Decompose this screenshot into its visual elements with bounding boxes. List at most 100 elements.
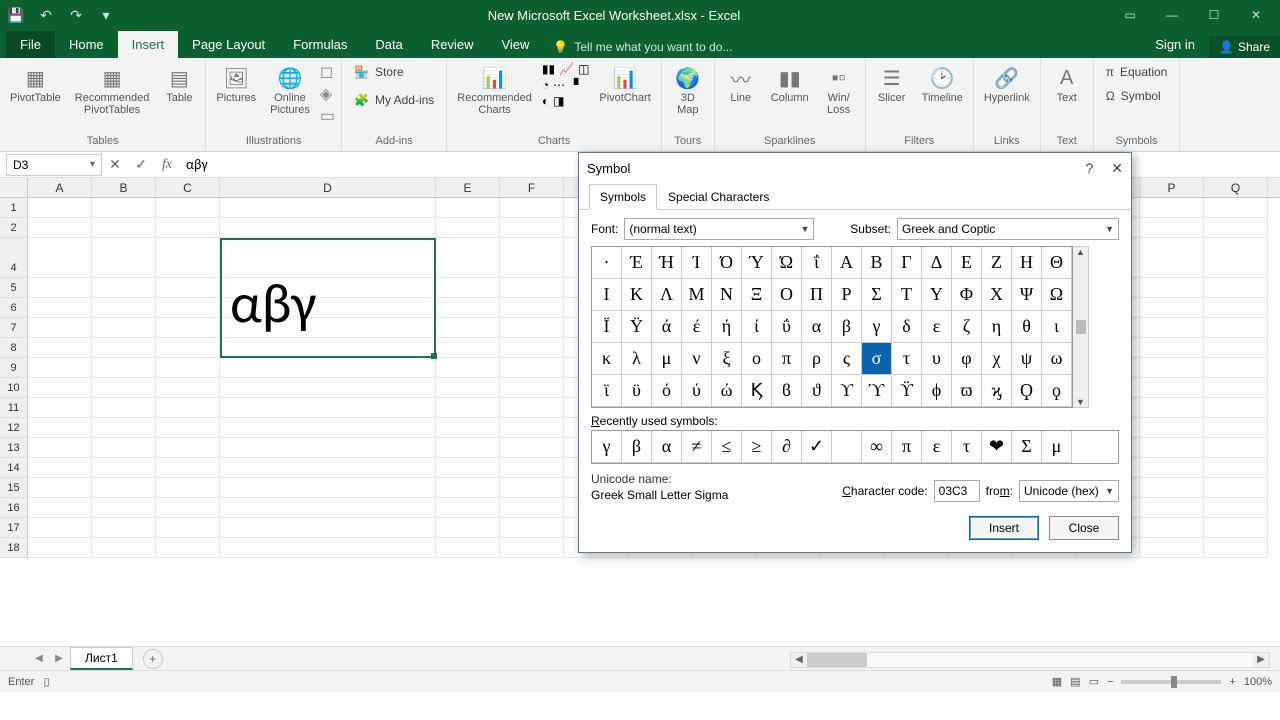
cell[interactable]: [220, 478, 436, 498]
symbol-cell[interactable]: ε: [922, 311, 952, 343]
symbol-grid[interactable]: ·ΈΉΊΌΎΏΐΑΒΓΔΕΖΗΘΙΚΛΜΝΞΟΠΡΣΤΥΦΧΨΩΪΫάέήίΰα…: [591, 246, 1073, 408]
cell[interactable]: [220, 198, 436, 218]
symbol-cell[interactable]: Ί: [682, 247, 712, 279]
recent-symbol-cell[interactable]: ∞: [862, 431, 892, 463]
col-header[interactable]: C: [156, 178, 220, 197]
row-header[interactable]: 8: [0, 338, 28, 358]
recent-symbols-grid[interactable]: γβα≠≤≥∂✓∞πετ❤Σμ: [591, 430, 1119, 464]
cell[interactable]: [220, 458, 436, 478]
symbol-cell[interactable]: ό: [652, 375, 682, 407]
symbol-cell[interactable]: μ: [652, 343, 682, 375]
symbol-cell[interactable]: ·: [592, 247, 622, 279]
cell[interactable]: [92, 278, 156, 298]
cell[interactable]: [28, 418, 92, 438]
redo-icon[interactable]: ↷: [64, 3, 88, 27]
symbol-cell[interactable]: Ο: [772, 279, 802, 311]
symbol-cell[interactable]: Β: [862, 247, 892, 279]
sparkline-winloss-button[interactable]: ▪▫Win/ Loss: [819, 62, 859, 118]
tab-page-layout[interactable]: Page Layout: [178, 31, 279, 58]
row-header[interactable]: 12: [0, 418, 28, 438]
symbol-cell[interactable]: φ: [952, 343, 982, 375]
macro-record-icon[interactable]: ▯: [43, 676, 49, 688]
bar-chart-icon[interactable]: ▮▮: [542, 62, 555, 76]
cell[interactable]: [1204, 258, 1268, 278]
3d-map-button[interactable]: 🌍3D Map: [668, 62, 708, 118]
cell[interactable]: [1204, 198, 1268, 218]
cell[interactable]: [500, 378, 564, 398]
row-header[interactable]: 4: [0, 258, 28, 278]
dialog-close-button[interactable]: ✕: [1111, 160, 1123, 177]
cell[interactable]: [500, 398, 564, 418]
cell[interactable]: [92, 298, 156, 318]
cell[interactable]: [92, 398, 156, 418]
col-header[interactable]: B: [92, 178, 156, 197]
symbol-cell[interactable]: Ρ: [832, 279, 862, 311]
symbol-cell[interactable]: ά: [652, 311, 682, 343]
cell[interactable]: [220, 358, 436, 378]
recent-symbol-cell[interactable]: τ: [952, 431, 982, 463]
cell[interactable]: [28, 398, 92, 418]
symbol-cell[interactable]: ι: [1042, 311, 1072, 343]
recent-symbol-cell[interactable]: μ: [1042, 431, 1072, 463]
tab-file[interactable]: File: [6, 31, 55, 58]
insert-function-button[interactable]: fx: [154, 157, 180, 173]
cell[interactable]: [92, 378, 156, 398]
symbol-cell[interactable]: ύ: [682, 375, 712, 407]
pivottable-button[interactable]: ▦PivotTable: [6, 62, 65, 106]
shapes-icon[interactable]: ◻: [320, 62, 335, 82]
cell[interactable]: [1204, 218, 1268, 238]
symbol-cell[interactable]: Α: [832, 247, 862, 279]
symbol-cell[interactable]: ϗ: [982, 375, 1012, 407]
cell[interactable]: [500, 458, 564, 478]
symbol-cell[interactable]: Ύ: [742, 247, 772, 279]
cell[interactable]: [436, 358, 500, 378]
sparkline-line-button[interactable]: 〰Line: [721, 62, 761, 106]
cell[interactable]: [92, 418, 156, 438]
symbol-cell[interactable]: ξ: [712, 343, 742, 375]
tab-formulas[interactable]: Formulas: [279, 31, 361, 58]
cell[interactable]: [1204, 278, 1268, 298]
recent-symbol-cell[interactable]: Σ: [1012, 431, 1042, 463]
scatter-chart-icon[interactable]: ⋯: [553, 78, 565, 92]
cell[interactable]: [436, 258, 500, 278]
qat-dropdown-icon[interactable]: ▾: [94, 3, 118, 27]
row-header[interactable]: 14: [0, 458, 28, 478]
char-code-input[interactable]: [934, 480, 980, 502]
symbol-cell[interactable]: Ν: [712, 279, 742, 311]
timeline-button[interactable]: 🕑Timeline: [918, 62, 967, 106]
cell[interactable]: [436, 378, 500, 398]
cell[interactable]: [1140, 358, 1204, 378]
minimize-icon[interactable]: —: [1152, 3, 1192, 27]
symbol-cell[interactable]: Ή: [652, 247, 682, 279]
sign-in-link[interactable]: Sign in: [1141, 31, 1209, 58]
row-header[interactable]: 16: [0, 498, 28, 518]
cell[interactable]: [500, 198, 564, 218]
cell[interactable]: [92, 218, 156, 238]
row-header[interactable]: 15: [0, 478, 28, 498]
symbol-cell[interactable]: Γ: [892, 247, 922, 279]
view-page-layout-icon[interactable]: ▤: [1070, 675, 1080, 688]
symbol-cell[interactable]: ψ: [1012, 343, 1042, 375]
tab-symbols[interactable]: Symbols: [589, 184, 657, 210]
cell[interactable]: [28, 478, 92, 498]
symbol-cell[interactable]: κ: [592, 343, 622, 375]
symbol-cell[interactable]: έ: [682, 311, 712, 343]
zoom-level[interactable]: 100%: [1244, 676, 1272, 688]
cell[interactable]: [436, 478, 500, 498]
symbol-cell[interactable]: Ϗ: [742, 375, 772, 407]
symbol-cell[interactable]: ϑ: [802, 375, 832, 407]
cell[interactable]: [92, 338, 156, 358]
cell[interactable]: [500, 218, 564, 238]
symbol-cell[interactable]: Ε: [952, 247, 982, 279]
cell[interactable]: [1140, 338, 1204, 358]
symbol-cell[interactable]: θ: [1012, 311, 1042, 343]
symbol-cell[interactable]: Ϋ: [622, 311, 652, 343]
cell[interactable]: [156, 478, 220, 498]
row-header[interactable]: 11: [0, 398, 28, 418]
cell[interactable]: [28, 378, 92, 398]
cell[interactable]: [28, 518, 92, 538]
cell[interactable]: [28, 538, 92, 558]
symbol-cell[interactable]: Ό: [712, 247, 742, 279]
cell[interactable]: [28, 198, 92, 218]
sparkline-column-button[interactable]: ▮▮Column: [767, 62, 813, 106]
